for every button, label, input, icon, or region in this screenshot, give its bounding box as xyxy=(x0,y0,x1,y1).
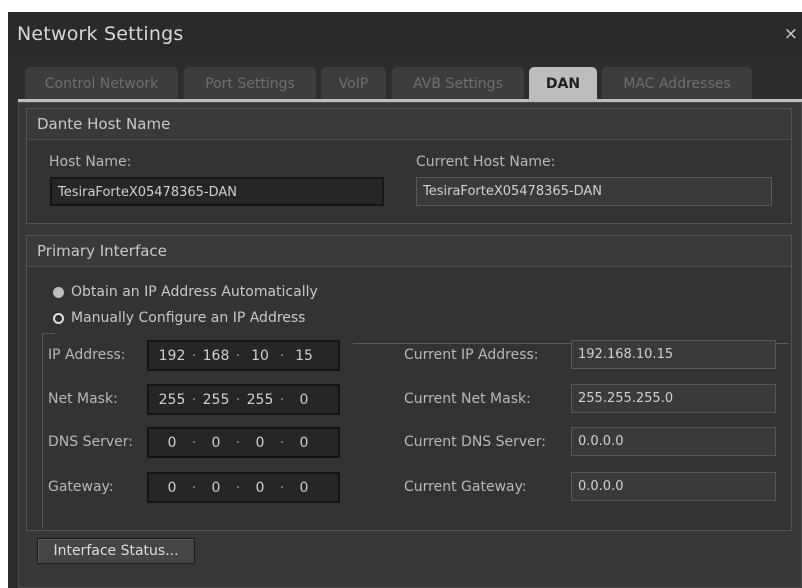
gateway-octet-4: 0 xyxy=(299,479,309,496)
current-host-name-field: TesiraForteX05478365-DAN xyxy=(416,177,772,206)
mask-octet-3: 255 xyxy=(246,391,274,408)
dns-server-input[interactable]: 0 · 0 · 0 · 0 xyxy=(147,427,340,458)
dns-octet-4: 0 xyxy=(299,434,309,451)
gateway-input[interactable]: 0 · 0 · 0 · 0 xyxy=(147,472,340,503)
dialog-title: Network Settings xyxy=(17,23,184,45)
network-settings-dialog: Network Settings × Control Network Port … xyxy=(8,12,802,588)
radio-unselected-icon xyxy=(53,286,64,298)
ip-octet-4: 15 xyxy=(295,347,313,364)
dns-server-label: DNS Server: xyxy=(48,434,133,450)
host-name-field[interactable]: TesiraForteX05478365-DAN xyxy=(50,177,384,206)
dns-octet-1: 0 xyxy=(167,434,177,451)
radio-selected-icon xyxy=(53,312,64,324)
tab-dan[interactable]: DAN xyxy=(529,67,597,101)
dante-host-name-group: Dante Host Name Host Name: TesiraForteX0… xyxy=(26,108,792,224)
ip-octet-1: 192 xyxy=(158,347,186,364)
current-net-mask-label: Current Net Mask: xyxy=(404,391,531,407)
tab-voip[interactable]: VoIP xyxy=(321,67,386,101)
ip-octet-3: 10 xyxy=(251,347,269,364)
ip-address-label: IP Address: xyxy=(48,347,126,363)
gateway-octet-2: 0 xyxy=(211,479,221,496)
net-mask-input[interactable]: 255 · 255 · 255 · 0 xyxy=(147,384,340,415)
current-ip-address-label: Current IP Address: xyxy=(404,347,539,363)
radio-manually-configure[interactable]: Manually Configure an IP Address xyxy=(53,310,305,326)
radio-manual-label: Manually Configure an IP Address xyxy=(71,310,306,326)
current-gateway-label: Current Gateway: xyxy=(404,479,527,495)
close-icon[interactable]: × xyxy=(784,24,798,44)
radio-auto-label: Obtain an IP Address Automatically xyxy=(71,284,318,300)
gateway-label: Gateway: xyxy=(48,479,114,495)
mask-octet-2: 255 xyxy=(202,391,230,408)
title-bar: Network Settings × xyxy=(8,12,802,58)
dns-octet-2: 0 xyxy=(211,434,221,451)
interface-status-button[interactable]: Interface Status... xyxy=(37,538,195,564)
current-dns-server-field: 0.0.0.0 xyxy=(571,427,776,456)
host-name-label: Host Name: xyxy=(49,154,132,170)
tab-avb-settings[interactable]: AVB Settings xyxy=(392,67,524,101)
gateway-octet-1: 0 xyxy=(167,479,177,496)
tab-control-network[interactable]: Control Network xyxy=(25,67,178,101)
tab-mac-addresses[interactable]: MAC Addresses xyxy=(602,67,752,101)
dns-octet-3: 0 xyxy=(255,434,265,451)
current-gateway-field: 0.0.0.0 xyxy=(571,472,776,501)
ip-octet-2: 168 xyxy=(202,347,230,364)
mask-octet-4: 0 xyxy=(299,391,309,408)
gateway-octet-3: 0 xyxy=(255,479,265,496)
current-ip-address-field: 192.168.10.15 xyxy=(571,340,776,369)
tab-bar: Control Network Port Settings VoIP AVB S… xyxy=(8,67,802,101)
current-host-name-label: Current Host Name: xyxy=(416,154,556,170)
mask-octet-1: 255 xyxy=(158,391,186,408)
ip-address-input[interactable]: 192 · 168 · 10 · 15 xyxy=(147,340,340,371)
current-dns-server-label: Current DNS Server: xyxy=(404,434,547,450)
primary-interface-header: Primary Interface xyxy=(27,236,791,267)
tab-port-settings[interactable]: Port Settings xyxy=(184,67,316,101)
net-mask-label: Net Mask: xyxy=(48,391,118,407)
dante-host-name-header: Dante Host Name xyxy=(27,109,791,140)
current-net-mask-field: 255.255.255.0 xyxy=(571,384,776,413)
radio-obtain-automatically[interactable]: Obtain an IP Address Automatically xyxy=(53,284,318,300)
